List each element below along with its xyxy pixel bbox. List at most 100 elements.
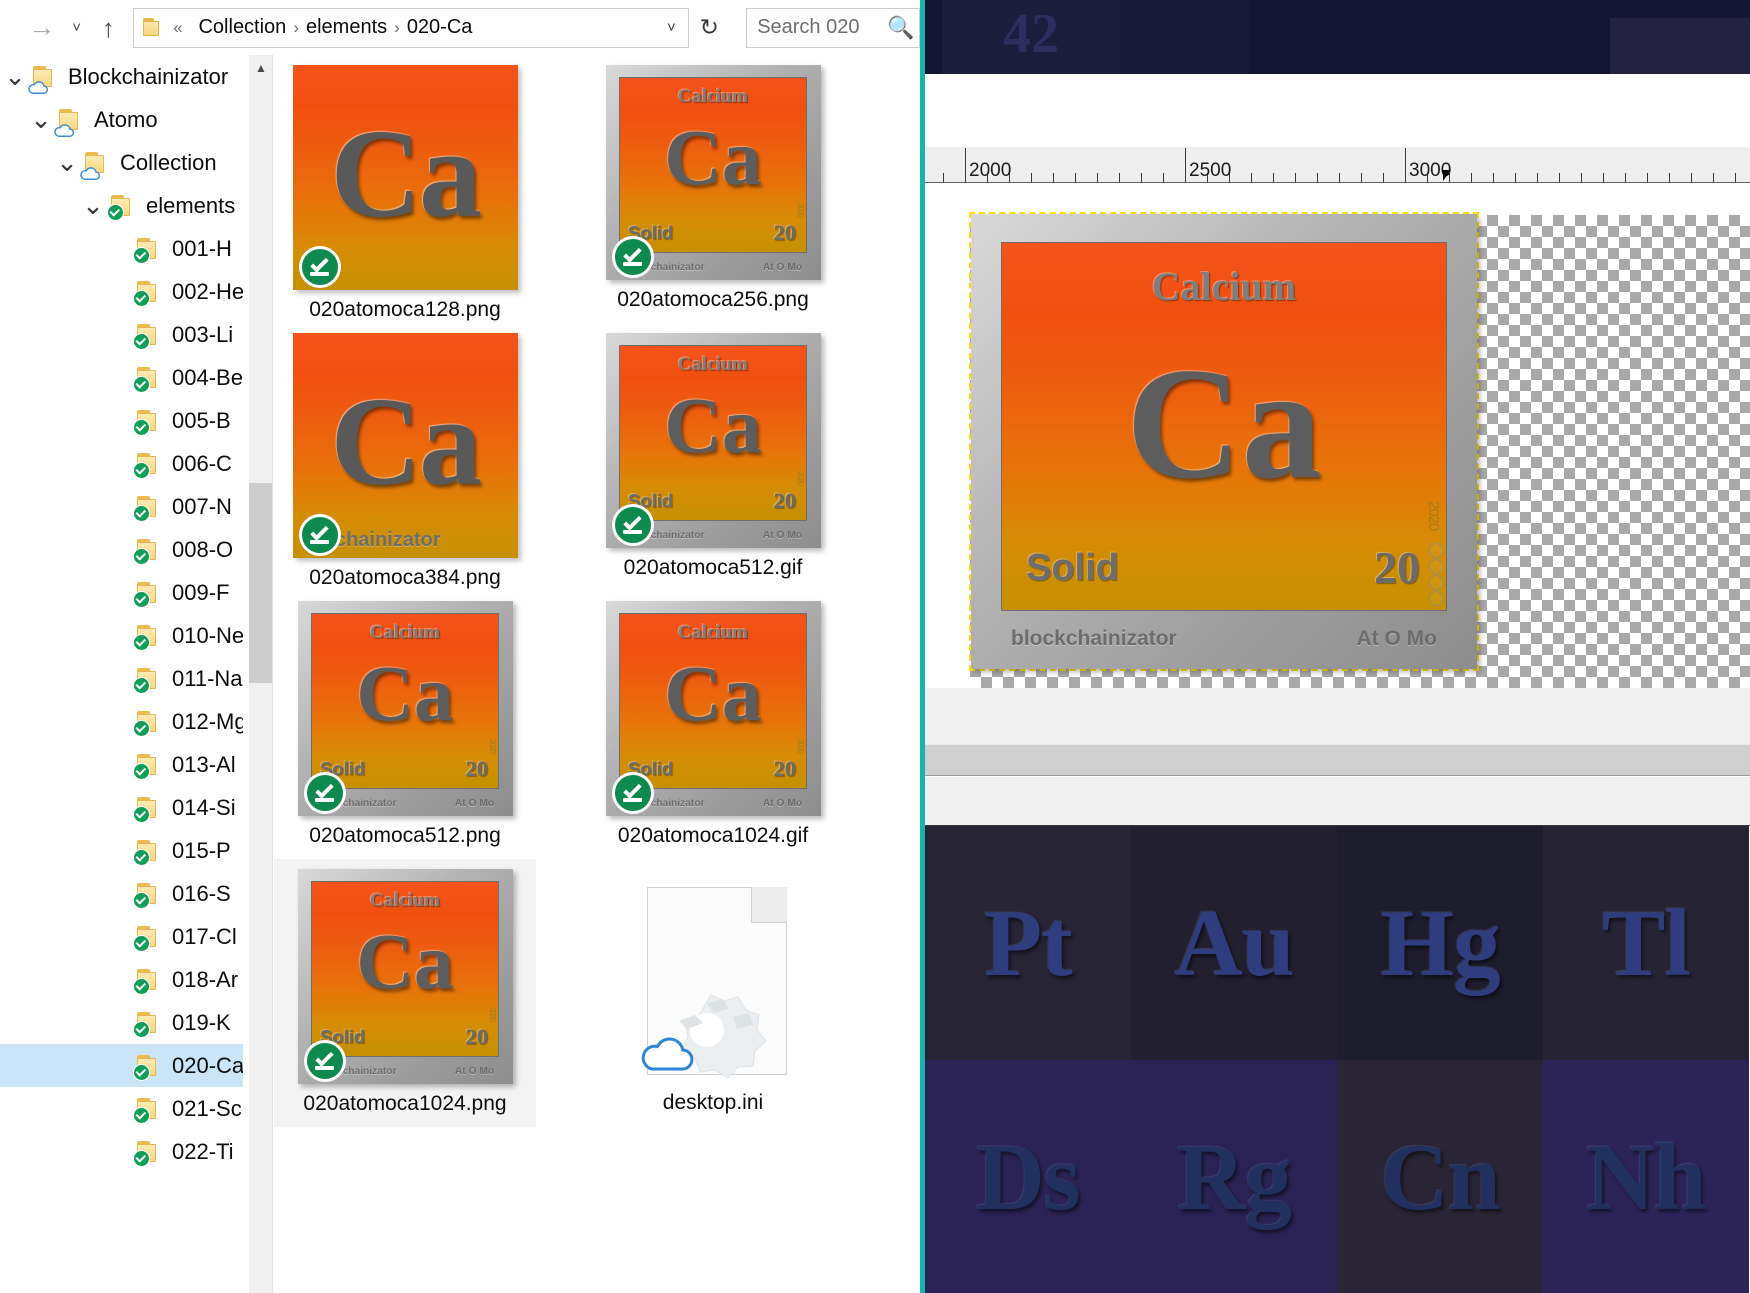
sidebar-item-010-ne[interactable]: 010-Ne [0, 614, 243, 657]
chevron-down-icon[interactable]: ˅ [654, 9, 688, 47]
ini-file-icon[interactable] [639, 887, 787, 1083]
chevron-down-icon[interactable]: ⌄ [52, 141, 82, 184]
file-thumbnail[interactable] [639, 869, 787, 1083]
history-dropdown-button[interactable]: ˅ [62, 6, 92, 50]
ruler-tick [1141, 173, 1142, 182]
file-item[interactable]: Calcium Ca Solid 20 2020 blockchainizator At O… [274, 859, 536, 1127]
sidebar-item-005-b[interactable]: 005-B [0, 399, 243, 442]
sidebar-item-blockchainizator[interactable]: ⌄ Blockchainizator [0, 55, 243, 98]
selection-marquee[interactable]: Calcium Ca Solid 20 2020 blockchainizato… [969, 212, 1479, 671]
chevron-down-icon[interactable]: ⌄ [0, 55, 30, 98]
folder-icon [54, 107, 86, 137]
up-button[interactable]: ↑ [92, 6, 126, 50]
tree-scrollbar[interactable]: ▲ [243, 55, 273, 1293]
file-item[interactable]: desktop.ini [582, 859, 844, 1127]
breadcrumb-item-2[interactable]: 020-Ca [407, 16, 473, 39]
search-icon[interactable]: 🔍 [883, 15, 919, 41]
file-name-label: 020atomoca128.png [309, 298, 501, 321]
file-thumbnail[interactable]: Ca ockchainizator [292, 333, 518, 558]
sidebar-item-001-h[interactable]: 001-H [0, 227, 243, 270]
sidebar-item-022-ti[interactable]: 022-Ti [0, 1130, 243, 1173]
address-path-box[interactable]: « Collection › elements › 020-Ca ˅ [133, 7, 690, 48]
sidebar-item-007-n[interactable]: 007-N [0, 485, 243, 528]
tree-scrollbar-thumb[interactable] [249, 483, 273, 683]
chevron-down-icon[interactable]: ⌄ [26, 98, 56, 141]
sidebar-item-020-ca[interactable]: 020-Ca [0, 1044, 243, 1087]
sidebar-item-011-na[interactable]: 011-Na [0, 657, 243, 700]
sidebar-item-009-f[interactable]: 009-F [0, 571, 243, 614]
file-thumbnail[interactable]: Calcium Ca Solid 20 2020 blockchainizator At O… [605, 65, 821, 280]
sync-check-icon [133, 1106, 150, 1124]
sidebar-item-002-he[interactable]: 002-He [0, 270, 243, 313]
forward-button[interactable]: → [22, 6, 62, 50]
ruler-tick [1559, 173, 1560, 182]
file-thumbnail[interactable]: Calcium Ca Solid 20 2020 blockchainizator At O… [605, 601, 821, 816]
sidebar-item-label: 007-N [172, 493, 232, 519]
file-item[interactable]: Calcium Ca Solid 20 2020 blockchainizator At O… [582, 323, 844, 591]
editor-status-strip-1 [925, 688, 1750, 744]
file-item[interactable]: Calcium Ca Solid 20 2020 blockchainizator At O… [582, 55, 844, 323]
ruler-tick [1713, 173, 1714, 182]
sidebar-item-013-al[interactable]: 013-Al [0, 743, 243, 786]
file-item[interactable]: Ca 020atomoca128.png [274, 55, 536, 323]
chevron-down-icon[interactable]: ⌄ [78, 184, 108, 227]
file-thumbnail[interactable]: Ca [292, 65, 518, 290]
sidebar-item-collection[interactable]: ⌄ Collection [0, 141, 243, 184]
file-thumbnail[interactable]: Calcium Ca Solid 20 2020 blockchainizator At O… [297, 869, 513, 1084]
sidebar-item-003-li[interactable]: 003-Li [0, 313, 243, 356]
ruler-tick [1691, 173, 1692, 182]
sidebar-item-018-ar[interactable]: 018-Ar [0, 958, 243, 1001]
sync-check-icon [298, 246, 341, 288]
sidebar-item-019-k[interactable]: 019-K [0, 1001, 243, 1044]
sync-check-icon [133, 418, 150, 436]
sidebar-item-004-be[interactable]: 004-Be [0, 356, 243, 399]
file-thumbnail[interactable]: Calcium Ca Solid 20 2020 blockchainizator At O… [605, 333, 821, 548]
folder-icon [133, 838, 164, 866]
breadcrumb-overflow[interactable]: « [173, 18, 182, 38]
cloud-sync-icon [27, 79, 49, 94]
sidebar-item-021-sc[interactable]: 021-Sc [0, 1087, 243, 1130]
sidebar-item-elements[interactable]: ⌄ elements [0, 184, 243, 227]
sync-check-icon [133, 289, 150, 307]
file-thumbnail[interactable]: Calcium Ca Solid 20 2020 blockchainizator At O… [297, 601, 513, 816]
sidebar-item-016-s[interactable]: 016-S [0, 872, 243, 915]
file-grid[interactable]: Ca 020atomoca128.png Calcium Ca Solid 20 2020 b… [274, 55, 920, 1293]
sidebar-item-atomo[interactable]: ⌄ Atomo [0, 98, 243, 141]
sidebar-item-015-p[interactable]: 015-P [0, 829, 243, 872]
sidebar-item-008-o[interactable]: 008-O [0, 528, 243, 571]
chevron-up-icon[interactable]: ▲ [249, 55, 273, 81]
sidebar-item-label: 002-He [172, 278, 243, 304]
tree-expander-placeholder [104, 657, 134, 700]
periodic-table-cell: Tl [1543, 826, 1749, 1060]
tree-expander-placeholder [104, 614, 134, 657]
breadcrumb-item-0[interactable]: Collection [198, 16, 286, 39]
refresh-button[interactable]: ↻ [690, 8, 728, 48]
file-item[interactable]: Calcium Ca Solid 20 2020 blockchainizator At O… [582, 591, 844, 859]
folder-tree[interactable]: ⌄ Blockchainizator ⌄ Atomo ⌄ Collection ⌄ eleme… [0, 55, 243, 1293]
sync-check-icon [133, 375, 150, 393]
file-item[interactable]: Ca ockchainizator 020atomoca384.png [274, 323, 536, 591]
sidebar-item-label: 010-Ne [172, 622, 243, 648]
sidebar-item-label: 009-F [172, 579, 230, 605]
element-atomic-number-large: 20 [1374, 542, 1420, 593]
sidebar-item-014-si[interactable]: 014-Si [0, 786, 243, 829]
calcium-card-inner: Calcium Ca Solid 20 2020 [618, 613, 808, 790]
sidebar-item-006-c[interactable]: 006-C [0, 442, 243, 485]
ruler-tick [943, 173, 944, 182]
search-input[interactable]: Search 020 [757, 16, 883, 39]
sidebar-item-017-cl[interactable]: 017-Cl [0, 915, 243, 958]
ruler-tick [1383, 173, 1384, 182]
search-box[interactable]: Search 020 🔍 [746, 7, 920, 48]
tree-expander-placeholder [104, 270, 134, 313]
element-symbol: Ca [356, 650, 454, 739]
file-item[interactable]: Calcium Ca Solid 20 2020 blockchainizator At O… [274, 591, 536, 859]
sidebar-item-012-mg[interactable]: 012-Mg [0, 700, 243, 743]
calcium-card-large[interactable]: Calcium Ca Solid 20 2020 blockchainizato… [971, 214, 1477, 669]
folder-icon [133, 451, 164, 479]
breadcrumb-item-1[interactable]: elements [306, 16, 387, 39]
editor-canvas[interactable]: Calcium Ca Solid 20 2020 blockchainizato… [925, 183, 1750, 688]
element-symbol: Ca [664, 650, 762, 739]
ruler-tick [1471, 173, 1472, 182]
horizontal-ruler[interactable]: 2000 2500 3000 [925, 147, 1750, 183]
ruler-label: 2500 [1189, 160, 1232, 181]
